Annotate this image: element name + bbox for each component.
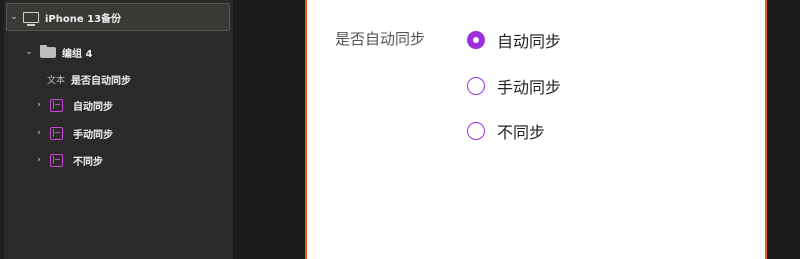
chevron-down-icon[interactable]: ⌄ xyxy=(7,12,21,22)
component-icon xyxy=(50,98,63,112)
layer-component-label: 不同步 xyxy=(73,156,103,168)
layer-root-label: iPhone 13备份 xyxy=(45,13,122,25)
panel-edge xyxy=(0,0,4,259)
chevron-right-icon[interactable]: › xyxy=(32,100,46,110)
layer-component-label: 自动同步 xyxy=(73,101,113,113)
question-label: 是否自动同步 xyxy=(335,30,426,48)
chevron-down-icon[interactable]: ⌄ xyxy=(22,47,36,57)
device-icon xyxy=(23,11,39,26)
radio-unselected-icon[interactable] xyxy=(467,122,485,140)
layer-component-none[interactable]: › 不同步 xyxy=(32,147,233,173)
radio-unselected-icon[interactable] xyxy=(467,77,485,95)
layer-root[interactable]: ⌄ iPhone 13备份 xyxy=(6,3,230,31)
radio-label: 不同步 xyxy=(497,123,546,142)
radio-label: 自动同步 xyxy=(497,32,562,51)
layers-panel: ⌄ iPhone 13备份 ⌄ 编组 4 文本 是否自动同步 › 自动同步 › … xyxy=(0,0,234,259)
layer-component-manual[interactable]: › 手动同步 xyxy=(32,120,233,146)
layer-text-label: 是否自动同步 xyxy=(71,75,132,87)
radio-label: 手动同步 xyxy=(497,78,562,97)
text-layer-icon: 文本 xyxy=(47,75,66,86)
component-icon xyxy=(50,153,63,167)
radio-option-auto[interactable]: 自动同步 xyxy=(467,28,561,52)
folder-icon xyxy=(40,44,56,58)
artboard: 是否自动同步 自动同步 手动同步 不同步 xyxy=(305,0,767,259)
canvas-background xyxy=(767,0,800,259)
layer-group-label: 编组 4 xyxy=(62,48,93,60)
layer-component-label: 手动同步 xyxy=(73,129,113,141)
radio-option-manual[interactable]: 手动同步 xyxy=(467,74,561,98)
radio-selected-icon[interactable] xyxy=(467,31,485,49)
component-icon xyxy=(50,126,63,140)
radio-option-none[interactable]: 不同步 xyxy=(467,119,545,143)
chevron-right-icon[interactable]: › xyxy=(32,128,46,138)
layer-group[interactable]: ⌄ 编组 4 xyxy=(22,39,233,65)
layer-component-auto[interactable]: › 自动同步 xyxy=(32,92,233,118)
chevron-right-icon[interactable]: › xyxy=(32,155,46,165)
layer-text[interactable]: 文本 是否自动同步 xyxy=(47,66,233,92)
